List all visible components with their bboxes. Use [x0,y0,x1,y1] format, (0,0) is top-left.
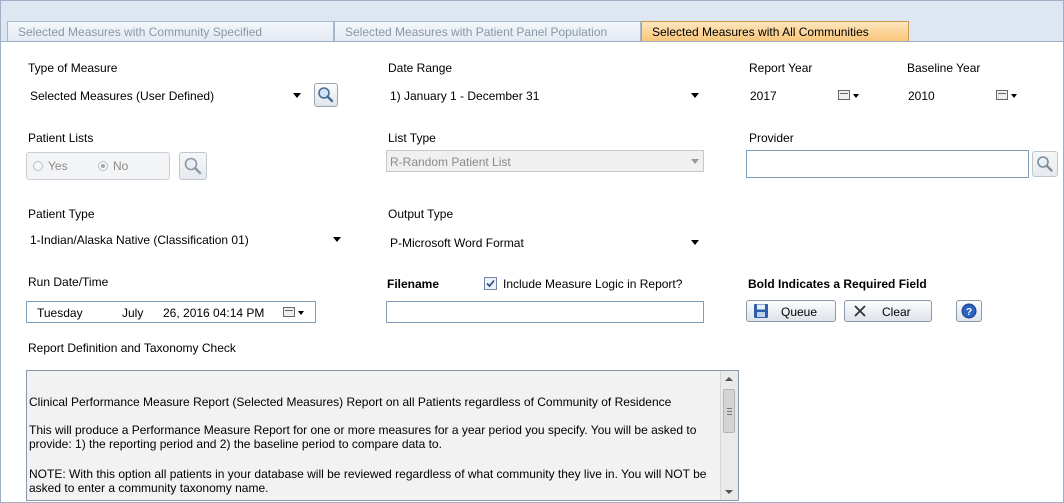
report-year-label: Report Year [749,61,813,75]
chevron-down-icon [691,93,699,98]
report-form: Type of Measure Selected Measures (User … [1,42,1063,502]
chevron-down-icon [691,159,699,164]
date-range-value: 1) January 1 - December 31 [390,89,540,103]
search-icon [318,87,334,103]
patient-lists-no-radio[interactable] [98,161,108,171]
report-paragraph-1: Clinical Performance Measure Report (Sel… [29,395,672,409]
tab-community-specified[interactable]: Selected Measures with Community Specifi… [7,21,334,41]
list-type-select[interactable]: R-Random Patient List [386,150,704,172]
provider-search-button[interactable] [1032,151,1058,177]
report-year-picker[interactable]: 2017 [746,84,871,106]
date-range-select[interactable]: 1) January 1 - December 31 [386,84,704,106]
help-icon: ? [961,303,977,319]
run-day: Tuesday [37,306,83,320]
chevron-down-icon [293,93,301,98]
clear-button[interactable]: Clear [844,300,932,322]
run-datetime-picker[interactable]: Tuesday July 26, 2016 04:14 PM [26,301,316,323]
type-of-measure-label: Type of Measure [28,61,118,75]
patient-lists-yes-label: Yes [48,159,68,173]
calendar-icon [283,307,295,317]
patient-lists-label: Patient Lists [28,131,94,145]
patient-list-search-button[interactable] [179,152,207,180]
list-type-label: List Type [388,131,436,145]
chevron-down-icon [298,311,304,315]
measure-search-button[interactable] [314,83,338,107]
list-type-value: R-Random Patient List [390,155,511,169]
calendar-icon [838,90,850,100]
help-button[interactable]: ? [956,300,982,322]
chevron-down-icon [333,237,341,242]
patient-lists-yes-radio[interactable] [33,161,43,171]
type-of-measure-value: Selected Measures (User Defined) [30,89,215,103]
chevron-down-icon [853,94,859,98]
provider-label: Provider [749,131,794,145]
output-type-select[interactable]: P-Microsoft Word Format [386,231,704,253]
required-field-note: Bold Indicates a Required Field [748,277,927,291]
baseline-year-label: Baseline Year [907,61,981,75]
scroll-thumb[interactable] [723,389,735,433]
clear-x-icon [854,305,866,317]
run-month: July [122,306,144,320]
chevron-down-icon [1011,94,1017,98]
clear-button-label: Clear [882,305,911,319]
filename-label: Filename [387,277,440,291]
run-datetime-label: Run Date/Time [28,275,109,289]
patient-lists-radio-group: Yes No [26,152,170,180]
type-of-measure-select[interactable]: Selected Measures (User Defined) [26,84,306,106]
search-icon [184,157,202,175]
report-paragraph-2: This will produce a Performance Measure … [29,423,697,451]
svg-text:?: ? [966,307,972,318]
chevron-down-icon [691,240,699,245]
tab-strip: Selected Measures with Community Specifi… [1,1,1063,42]
queue-button-label: Queue [781,305,818,319]
baseline-year-picker[interactable]: 2010 [904,84,1029,106]
output-type-value: P-Microsoft Word Format [390,236,524,250]
filename-input[interactable] [386,301,704,323]
patient-type-label: Patient Type [28,207,95,221]
patient-type-select[interactable]: 1-Indian/Alaska Native (Classification 0… [26,228,346,250]
date-range-label: Date Range [388,61,453,75]
baseline-year-value: 2010 [908,89,935,103]
queue-button[interactable]: Queue [746,300,836,322]
scroll-down-icon[interactable] [725,490,733,494]
provider-input[interactable] [746,150,1029,178]
run-date-time: 26, 2016 04:14 PM [163,306,265,320]
output-type-label: Output Type [388,207,454,221]
report-year-value: 2017 [750,89,777,103]
calendar-icon [996,90,1008,100]
patient-lists-no-label: No [113,159,129,173]
patient-type-value: 1-Indian/Alaska Native (Classification 0… [30,233,249,247]
app-window: Selected Measures with Community Specifi… [0,0,1064,503]
include-logic-label: Include Measure Logic in Report? [503,277,683,291]
report-paragraph-3: NOTE: With this option all patients in y… [29,467,707,495]
save-icon [754,304,768,318]
search-icon [1037,156,1053,172]
checkmark-icon [486,279,495,288]
tab-patient-panel[interactable]: Selected Measures with Patient Panel Pop… [334,21,641,41]
include-logic-checkbox[interactable] [484,277,497,290]
scroll-up-icon[interactable] [725,377,733,381]
report-definition-textarea[interactable]: Clinical Performance Measure Report (Sel… [26,370,739,501]
report-definition-label: Report Definition and Taxonomy Check [28,341,236,355]
tab-all-communities[interactable]: Selected Measures with All Communities [641,21,909,41]
report-scrollbar[interactable] [720,371,738,500]
